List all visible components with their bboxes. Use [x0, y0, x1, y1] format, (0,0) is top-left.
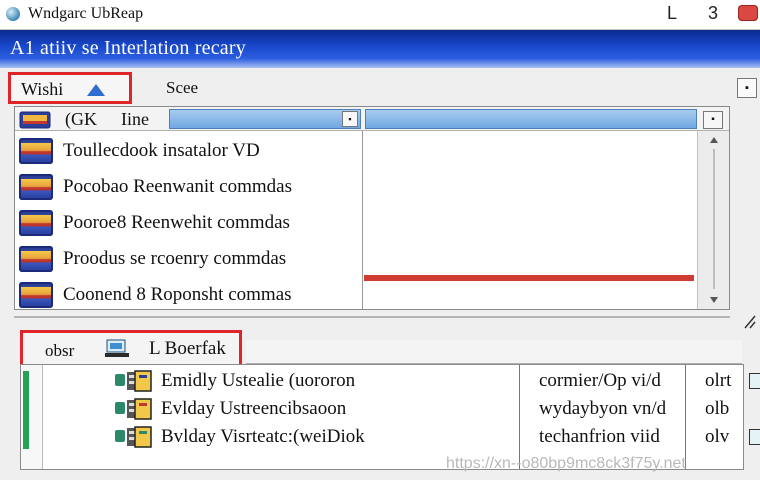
tab-scee[interactable]: Scee [166, 78, 198, 98]
detail-header-field[interactable] [365, 109, 697, 129]
list-item-label: Coonend 8 Roponsht commas [63, 284, 292, 305]
list-item[interactable]: Pooroe8 Reenwehit commdas [15, 205, 363, 241]
filter-field[interactable]: ▪ [169, 109, 361, 129]
column-header-gk[interactable]: (GK [65, 109, 97, 130]
list-item[interactable]: Pocobao Reenwanit commdas [15, 169, 363, 205]
table-row[interactable]: Evlday Ustreencibsaoon wydaybyon vn/d ol… [43, 395, 743, 423]
tab-boerfak[interactable]: obsr L Boerfak [20, 330, 242, 364]
installer-list: Toullecdook insatalor VD Pocobao Reenwan… [15, 131, 363, 309]
watermark-url: https://xn--o80bp9mc8ck3f75y.net [446, 455, 686, 472]
main-panel: (GK Iine ▪ ▪ Toullecdook insatalor VD Po… [14, 106, 730, 310]
document-icon [749, 373, 760, 389]
file-icon [134, 398, 152, 420]
row-name: Bvlday Visrteatc:(weiDiok [161, 426, 365, 447]
tab-wish-label: Wishi [21, 79, 64, 99]
detail-dropdown-icon[interactable]: ▪ [703, 111, 723, 129]
list-item-label: Pooroe8 Reenwehit commdas [63, 212, 290, 233]
row-type: olrt [705, 370, 732, 391]
title-bar: Wndgarc UbReap L 3 [0, 0, 760, 30]
lock-icon [749, 429, 760, 445]
table-row[interactable]: Bvlday Visrteatc:(weiDiok techanfrion vi… [43, 423, 760, 451]
list-item[interactable]: Toullecdook insatalor VD [15, 133, 363, 169]
list-item-label: Toullecdook insatalor VD [63, 140, 260, 161]
tab-boerfak-label: L Boerfak [149, 338, 226, 359]
minimize-button[interactable]: L [667, 3, 677, 24]
row-name: Emidly Ustealie (uororon [161, 370, 356, 391]
row-type: olb [705, 398, 730, 419]
row-type: olv [705, 426, 730, 447]
list-item-label: Pocobao Reenwanit commdas [63, 176, 293, 197]
column-divider[interactable] [519, 365, 520, 469]
options-button[interactable]: ▪ [737, 78, 757, 98]
progress-divider [364, 275, 694, 281]
row-description: techanfrion viid [539, 426, 660, 447]
drive-icon [19, 138, 53, 164]
drive-icon [19, 246, 53, 272]
file-icon [134, 426, 152, 448]
detail-pane [364, 131, 694, 309]
panel-separator[interactable] [14, 316, 730, 318]
drive-icon [19, 282, 53, 308]
row-description: wydaybyon vn/d [539, 398, 667, 419]
window-title: Wndgarc UbReap [28, 5, 144, 22]
drive-icon [19, 210, 53, 236]
filter-dropdown-icon[interactable]: ▪ [342, 111, 358, 127]
status-bar-indicator [23, 371, 29, 449]
column-header-bar: (GK Iine ▪ ▪ [15, 107, 729, 131]
drive-icon [19, 174, 53, 200]
column-divider[interactable] [685, 365, 686, 469]
sail-icon [87, 84, 105, 96]
tab-wish[interactable]: Wishi [8, 72, 132, 104]
scroll-down-icon[interactable] [710, 297, 718, 303]
resize-grip-icon[interactable] [743, 312, 757, 330]
list-item[interactable]: Proodus se rcoenry commdas [15, 241, 363, 277]
scroll-up-icon[interactable] [710, 137, 718, 143]
scroll-track[interactable] [713, 149, 715, 289]
row-name: Evlday Ustreencibsaoon [161, 398, 347, 419]
lower-tab-strip [246, 340, 742, 364]
row-description: cormier/Op vi/d [539, 370, 661, 391]
tab-obsr-label: obsr [45, 341, 75, 360]
folder-icon [19, 111, 51, 129]
app-globe-icon [6, 7, 20, 21]
row-gutter [21, 365, 43, 469]
vertical-scrollbar[interactable] [697, 131, 729, 309]
close-icon[interactable] [738, 5, 758, 21]
column-header-line[interactable]: Iine [121, 109, 149, 130]
list-item-label: Proodus se rcoenry commdas [63, 248, 287, 269]
page-title: A1 atiiv se Interlation recary [10, 37, 246, 59]
list-item[interactable]: Coonend 8 Roponsht commas [15, 277, 363, 313]
header-band: A1 atiiv se Interlation recary [0, 30, 760, 68]
computer-icon [105, 339, 129, 357]
file-icon [134, 370, 152, 392]
maximize-button[interactable]: 3 [708, 3, 718, 24]
table-row[interactable]: Emidly Ustealie (uororon cormier/Op vi/d… [43, 367, 760, 395]
